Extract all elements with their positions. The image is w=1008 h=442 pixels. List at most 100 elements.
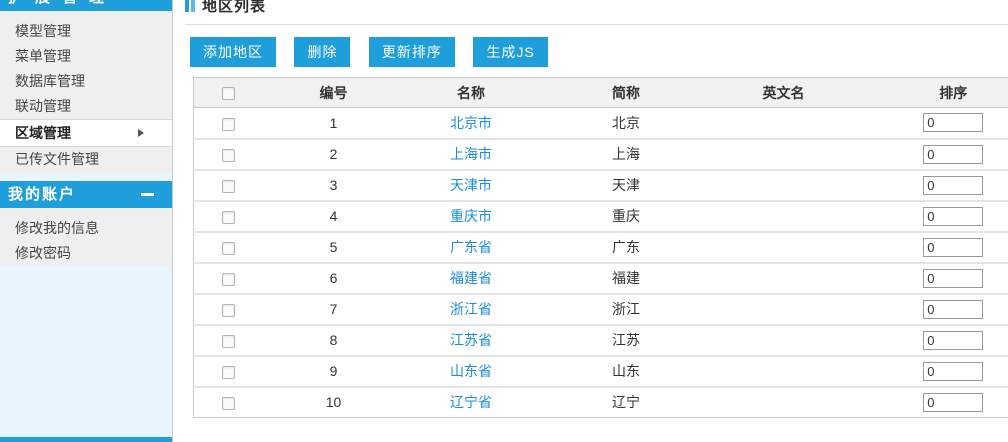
sort-input[interactable] bbox=[923, 300, 983, 319]
table-row: 10 辽宁省 辽宁 bbox=[194, 387, 1008, 418]
cell-english-name bbox=[714, 170, 854, 201]
sidebar: 扩展管理 模型管理 菜单管理 数据库管理 联动管理 区域管理 已传文件管理 我的… bbox=[0, 0, 173, 442]
row-checkbox[interactable] bbox=[222, 149, 235, 162]
sort-input[interactable] bbox=[923, 393, 983, 412]
row-checkbox[interactable] bbox=[222, 242, 235, 255]
column-header-english-name: 英文名 bbox=[714, 78, 854, 108]
cell-short-name: 浙江 bbox=[539, 294, 714, 325]
generate-js-button[interactable]: 生成JS bbox=[473, 37, 547, 67]
cell-no: 4 bbox=[264, 201, 404, 232]
table-row: 8 江苏省 江苏 bbox=[194, 325, 1008, 356]
cell-short-name: 山东 bbox=[539, 356, 714, 387]
table-header-row: 编号 名称 简称 英文名 排序 bbox=[194, 78, 1008, 108]
row-checkbox[interactable] bbox=[222, 118, 235, 131]
sidebar-menu-my-account: 修改我的信息 修改密码 bbox=[0, 208, 172, 266]
row-checkbox[interactable] bbox=[222, 180, 235, 193]
cell-english-name bbox=[714, 139, 854, 170]
title-bars-icon bbox=[185, 0, 189, 12]
row-checkbox[interactable] bbox=[222, 397, 235, 410]
region-name-link[interactable]: 浙江省 bbox=[450, 301, 492, 317]
cell-english-name bbox=[714, 108, 854, 139]
region-name-link[interactable]: 上海市 bbox=[450, 146, 492, 162]
menu-spacer bbox=[0, 11, 172, 19]
cell-short-name: 江苏 bbox=[539, 325, 714, 356]
cell-no: 9 bbox=[264, 356, 404, 387]
cell-short-name: 广东 bbox=[539, 232, 714, 263]
main-content: 地区列表 添加地区 删除 更新排序 生成JS 编号 名称 简称 英文名 排序 bbox=[174, 0, 1008, 442]
sidebar-section-header-cutoff[interactable] bbox=[0, 437, 172, 442]
region-name-link[interactable]: 江苏省 bbox=[450, 332, 492, 348]
sidebar-menu-extensions: 模型管理 菜单管理 数据库管理 联动管理 区域管理 已传文件管理 bbox=[0, 11, 172, 172]
region-table: 编号 名称 简称 英文名 排序 1 北京市 北京 2 上海市 上海 bbox=[193, 77, 1008, 418]
column-header-name: 名称 bbox=[404, 78, 539, 108]
region-name-link[interactable]: 天津市 bbox=[450, 177, 492, 193]
sort-input[interactable] bbox=[923, 238, 983, 257]
title-divider bbox=[185, 24, 1008, 25]
sort-input[interactable] bbox=[923, 207, 983, 226]
sidebar-item-change-password[interactable]: 修改密码 bbox=[0, 241, 172, 266]
cell-english-name bbox=[714, 201, 854, 232]
select-all-checkbox[interactable] bbox=[222, 87, 235, 100]
sidebar-item-menu-management[interactable]: 菜单管理 bbox=[0, 44, 172, 69]
sidebar-section-header-extensions[interactable]: 扩展管理 bbox=[0, 0, 172, 11]
table-row: 5 广东省 广东 bbox=[194, 232, 1008, 263]
sort-input[interactable] bbox=[923, 113, 983, 132]
sort-input[interactable] bbox=[923, 269, 983, 288]
cell-no: 1 bbox=[264, 108, 404, 139]
cell-english-name bbox=[714, 356, 854, 387]
page-title-bar: 地区列表 bbox=[185, 0, 1008, 13]
title-bars-icon bbox=[191, 0, 195, 12]
region-name-link[interactable]: 福建省 bbox=[450, 270, 492, 286]
table-row: 7 浙江省 浙江 bbox=[194, 294, 1008, 325]
sidebar-section-header-my-account[interactable]: 我的账户 bbox=[0, 181, 172, 208]
row-checkbox[interactable] bbox=[222, 273, 235, 286]
sidebar-item-region-management[interactable]: 区域管理 bbox=[0, 119, 172, 147]
table-row: 9 山东省 山东 bbox=[194, 356, 1008, 387]
sidebar-item-uploaded-files-management[interactable]: 已传文件管理 bbox=[0, 147, 172, 172]
cell-no: 8 bbox=[264, 325, 404, 356]
row-checkbox[interactable] bbox=[222, 335, 235, 348]
column-header-sort: 排序 bbox=[854, 78, 1008, 108]
update-sort-button[interactable]: 更新排序 bbox=[369, 37, 455, 67]
cell-english-name bbox=[714, 294, 854, 325]
region-name-link[interactable]: 辽宁省 bbox=[450, 394, 492, 410]
sort-input[interactable] bbox=[923, 145, 983, 164]
region-name-link[interactable]: 北京市 bbox=[450, 115, 492, 131]
cell-short-name: 福建 bbox=[539, 263, 714, 294]
menu-spacer bbox=[0, 208, 172, 216]
table-row: 4 重庆市 重庆 bbox=[194, 201, 1008, 232]
row-checkbox[interactable] bbox=[222, 366, 235, 379]
table-row: 1 北京市 北京 bbox=[194, 108, 1008, 139]
sidebar-section-header-extensions-label: 扩展管理 bbox=[8, 0, 116, 11]
region-name-link[interactable]: 重庆市 bbox=[450, 208, 492, 224]
column-header-no: 编号 bbox=[264, 78, 404, 108]
region-name-link[interactable]: 山东省 bbox=[450, 363, 492, 379]
column-header-short-name: 简称 bbox=[539, 78, 714, 108]
cell-no: 10 bbox=[264, 387, 404, 418]
cell-short-name: 重庆 bbox=[539, 201, 714, 232]
cell-no: 5 bbox=[264, 232, 404, 263]
cell-english-name bbox=[714, 263, 854, 294]
sidebar-item-edit-my-info[interactable]: 修改我的信息 bbox=[0, 216, 172, 241]
row-checkbox[interactable] bbox=[222, 211, 235, 224]
cell-short-name: 上海 bbox=[539, 139, 714, 170]
sort-input[interactable] bbox=[923, 176, 983, 195]
row-checkbox[interactable] bbox=[222, 304, 235, 317]
collapse-minus-icon bbox=[141, 193, 154, 196]
sidebar-item-database-management[interactable]: 数据库管理 bbox=[0, 69, 172, 94]
cell-english-name bbox=[714, 387, 854, 418]
page-title: 地区列表 bbox=[202, 0, 266, 13]
sidebar-item-model-management[interactable]: 模型管理 bbox=[0, 19, 172, 44]
submenu-arrow-icon bbox=[138, 129, 144, 137]
sort-input[interactable] bbox=[923, 331, 983, 350]
cell-english-name bbox=[714, 232, 854, 263]
sidebar-item-linkage-management[interactable]: 联动管理 bbox=[0, 94, 172, 119]
table-row: 3 天津市 天津 bbox=[194, 170, 1008, 201]
table-row: 2 上海市 上海 bbox=[194, 139, 1008, 170]
sidebar-item-region-management-label: 区域管理 bbox=[15, 125, 71, 141]
cell-english-name bbox=[714, 325, 854, 356]
sort-input[interactable] bbox=[923, 362, 983, 381]
add-region-button[interactable]: 添加地区 bbox=[190, 37, 276, 67]
region-name-link[interactable]: 广东省 bbox=[450, 239, 492, 255]
delete-button[interactable]: 删除 bbox=[294, 37, 350, 67]
